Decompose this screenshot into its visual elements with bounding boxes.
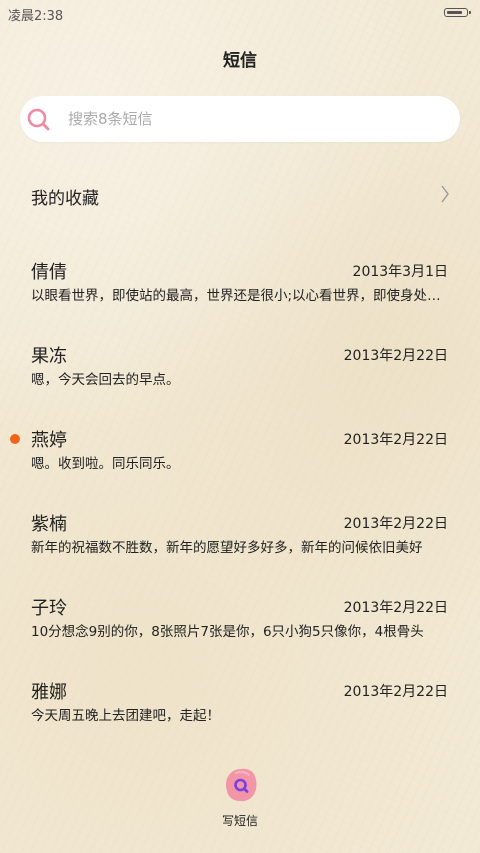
compose-button[interactable]: 写短信 — [205, 765, 275, 831]
message-item[interactable]: 雅娜 2013年2月22日 今天周五晚上去团建吧，走起！ — [0, 672, 480, 756]
compose-message-icon — [225, 768, 257, 802]
battery-level — [447, 10, 463, 14]
chevron-right-icon — [441, 185, 449, 203]
search-input[interactable] — [68, 96, 448, 142]
message-preview: 10分想念9别的你，8张照片7张是你，6只小狗5只像你，4根骨头 — [31, 624, 424, 640]
message-item[interactable]: 燕婷 2013年2月22日 嗯。收到啦。同乐同乐。 — [0, 420, 480, 504]
message-date: 2013年2月22日 — [343, 348, 448, 364]
message-item[interactable]: 子玲 2013年2月22日 10分想念9别的你，8张照片7张是你，6只小狗5只像… — [0, 588, 480, 672]
message-date: 2013年2月22日 — [343, 684, 448, 700]
favorites-row[interactable]: 我的收藏 — [0, 170, 480, 218]
compose-label: 写短信 — [221, 814, 258, 828]
message-date: 2013年3月1日 — [352, 264, 448, 280]
message-list: 倩倩 2013年3月1日 以眼看世界，即使站的最高，世界还是很小;以心看世界，即… — [0, 252, 480, 756]
message-sender: 果冻 — [31, 346, 67, 367]
message-preview: 新年的祝福数不胜数，新年的愿望好多好多，新年的问候依旧美好 — [31, 540, 423, 556]
status-bar: 凌晨2:38 — [0, 0, 480, 26]
message-item[interactable]: 倩倩 2013年3月1日 以眼看世界，即使站的最高，世界还是很小;以心看世界，即… — [0, 252, 480, 336]
message-date: 2013年2月22日 — [343, 600, 448, 616]
message-item[interactable]: 紫楠 2013年2月22日 新年的祝福数不胜数，新年的愿望好多好多，新年的问候依… — [0, 504, 480, 588]
page-title: 短信 — [223, 51, 257, 71]
message-date: 2013年2月22日 — [343, 432, 448, 448]
search-box[interactable] — [20, 96, 460, 142]
message-date: 2013年2月22日 — [343, 516, 448, 532]
message-item[interactable]: 果冻 2013年2月22日 嗯，今天会回去的早点。 — [0, 336, 480, 420]
status-time: 凌晨2:38 — [8, 9, 64, 24]
message-sender: 子玲 — [31, 598, 67, 619]
unread-dot-icon — [10, 434, 20, 444]
message-sender: 雅娜 — [31, 682, 67, 703]
battery-icon — [444, 8, 471, 17]
search-icon — [27, 108, 50, 131]
message-preview: 以眼看世界，即使站的最高，世界还是很小;以心看世界，即使身处陋室，世界也很大 — [31, 288, 449, 304]
favorites-label: 我的收藏 — [31, 189, 99, 209]
message-preview: 嗯，今天会回去的早点。 — [31, 372, 180, 388]
message-preview: 嗯。收到啦。同乐同乐。 — [31, 456, 180, 472]
message-sender: 倩倩 — [31, 262, 67, 283]
message-preview: 今天周五晚上去团建吧，走起！ — [31, 708, 220, 724]
message-sender: 燕婷 — [31, 430, 67, 451]
message-sender: 紫楠 — [31, 514, 67, 535]
